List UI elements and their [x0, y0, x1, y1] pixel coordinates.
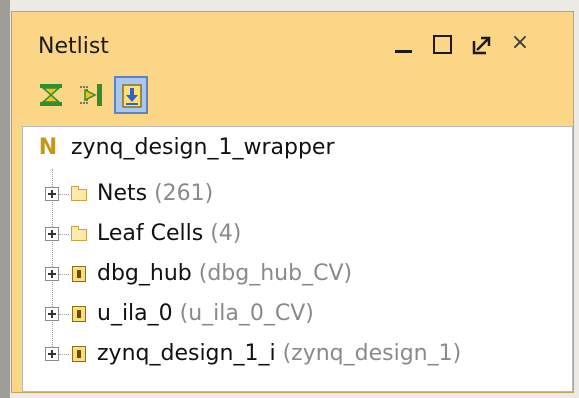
- tree-item-cell-type: (u_ila_0_CV): [179, 301, 314, 326]
- tree-item-dbg-hub[interactable]: dbg_hub (dbg_hub_CV): [97, 258, 352, 290]
- tree-item-label: Leaf Cells: [97, 221, 204, 246]
- expand-nets-icon[interactable]: [45, 187, 59, 201]
- minimize-icon[interactable]: [390, 32, 418, 58]
- cell-icon: [72, 306, 86, 322]
- tree-item-count: (4): [210, 221, 242, 246]
- tree-root-label[interactable]: zynq_design_1_wrapper: [71, 132, 334, 164]
- tree-item-leaf-cells[interactable]: Leaf Cells (4): [97, 218, 241, 250]
- expand-u-ila-0-icon[interactable]: [45, 307, 59, 321]
- expand-leaf-cells-icon[interactable]: [45, 227, 59, 241]
- panel-title: Netlist: [38, 34, 109, 59]
- tree-item-zynq-design-1-i[interactable]: zynq_design_1_i (zynq_design_1): [97, 338, 461, 370]
- tree-connector: [59, 234, 69, 235]
- cell-icon: [72, 346, 86, 362]
- maximize-icon[interactable]: [428, 32, 456, 58]
- tree-item-label: dbg_hub: [97, 261, 192, 286]
- tree-item-label: u_ila_0: [97, 301, 173, 326]
- close-icon[interactable]: ×: [506, 32, 534, 58]
- tree-item-cell-type: (zynq_design_1): [282, 341, 462, 366]
- tree-item-cell-type: (dbg_hub_CV): [198, 261, 353, 286]
- tree-connector: [59, 194, 69, 195]
- tree-connector: [59, 314, 69, 315]
- expand-all-icon[interactable]: [74, 76, 108, 114]
- window-left-border: [0, 0, 10, 398]
- auto-update-icon[interactable]: [114, 76, 148, 114]
- root-label-text: zynq_design_1_wrapper: [71, 135, 335, 160]
- tree-item-count: (261): [154, 181, 214, 206]
- netlist-root-icon: N: [38, 135, 58, 160]
- cell-icon: [72, 266, 86, 282]
- tree-item-label: Nets: [97, 181, 148, 206]
- expand-zynq-design-1-i-icon[interactable]: [45, 347, 59, 361]
- tree-item-label: zynq_design_1_i: [97, 341, 276, 366]
- tree-connector: [59, 354, 69, 355]
- collapse-all-icon[interactable]: [34, 76, 68, 114]
- folder-icon: [71, 186, 87, 201]
- expand-dbg-hub-icon[interactable]: [45, 267, 59, 281]
- tree-item-u-ila-0[interactable]: u_ila_0 (u_ila_0_CV): [97, 298, 314, 330]
- folder-icon: [71, 226, 87, 241]
- netlist-panel: Netlist × N zynq_design_1_wrapper Nets (…: [11, 11, 574, 393]
- panel-titlebar[interactable]: Netlist ×: [12, 12, 573, 68]
- float-window-icon[interactable]: [469, 32, 497, 58]
- tree-item-nets[interactable]: Nets (261): [97, 178, 213, 210]
- netlist-toolbar: [34, 76, 573, 116]
- netlist-tree[interactable]: N zynq_design_1_wrapper Nets (261) Leaf …: [22, 126, 573, 392]
- tree-connector: [59, 274, 69, 275]
